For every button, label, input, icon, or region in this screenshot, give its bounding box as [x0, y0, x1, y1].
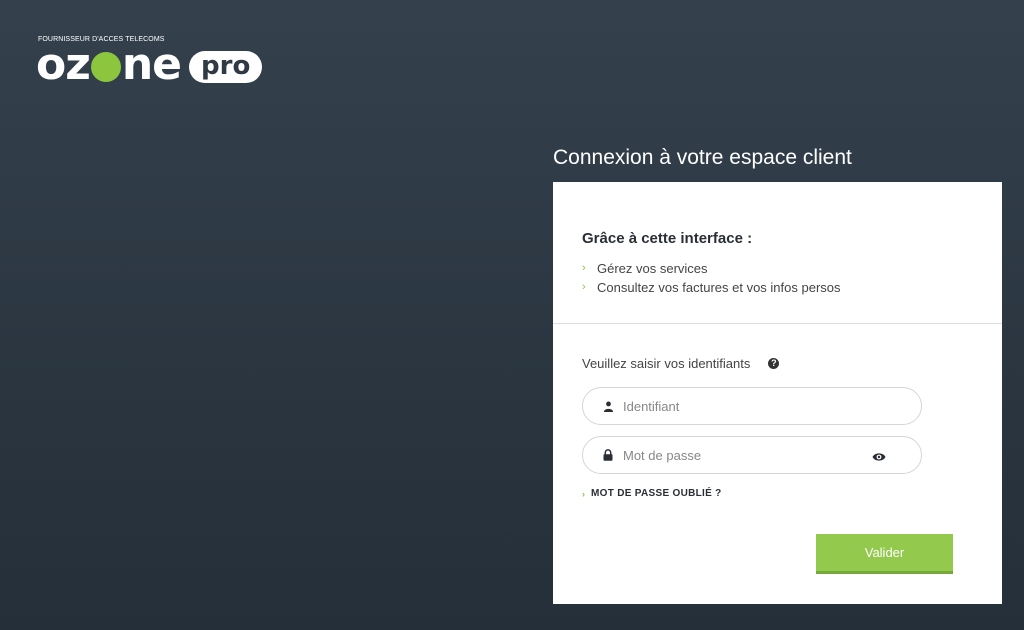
- username-input[interactable]: [623, 398, 863, 414]
- user-icon: [603, 400, 615, 412]
- ozone-pro-logo: FOURNISSEUR D'ACCES TELECOMS oz ne pro: [36, 36, 263, 90]
- page-title: Connexion à votre espace client: [553, 146, 852, 169]
- eye-icon[interactable]: [872, 449, 886, 461]
- username-field[interactable]: [582, 387, 922, 425]
- chevron-right-icon: ›: [582, 488, 586, 499]
- feature-list: › Gérez vos services › Consultez vos fac…: [582, 259, 974, 297]
- info-heading: Grâce à cette interface :: [582, 230, 753, 247]
- password-field[interactable]: [582, 436, 922, 474]
- lock-icon: [603, 449, 615, 461]
- submit-button[interactable]: Valider: [816, 534, 953, 574]
- credentials-prompt: Veuillez saisir vos identifiants ?: [582, 354, 974, 372]
- login-card: Grâce à cette interface : › Gérez vos se…: [553, 182, 1002, 604]
- info-section: Grâce à cette interface : › Gérez vos se…: [553, 182, 1002, 323]
- question-circle-icon[interactable]: ?: [768, 357, 780, 369]
- logo-pro-badge: pro: [189, 51, 263, 83]
- login-form: Veuillez saisir vos identifiants ? › MOT…: [582, 354, 974, 499]
- password-input[interactable]: [623, 447, 863, 463]
- chevron-right-icon: ›: [582, 262, 586, 274]
- divider: [553, 323, 1002, 324]
- logo-wordmark: oz ne: [36, 39, 182, 90]
- logo-green-dot: [90, 52, 121, 82]
- list-item: › Gérez vos services: [582, 261, 708, 276]
- forgot-password-link[interactable]: › MOT DE PASSE OUBLIÉ ?: [582, 488, 722, 499]
- chevron-right-icon: ›: [582, 281, 586, 293]
- list-item: › Consultez vos factures et vos infos pe…: [582, 280, 841, 295]
